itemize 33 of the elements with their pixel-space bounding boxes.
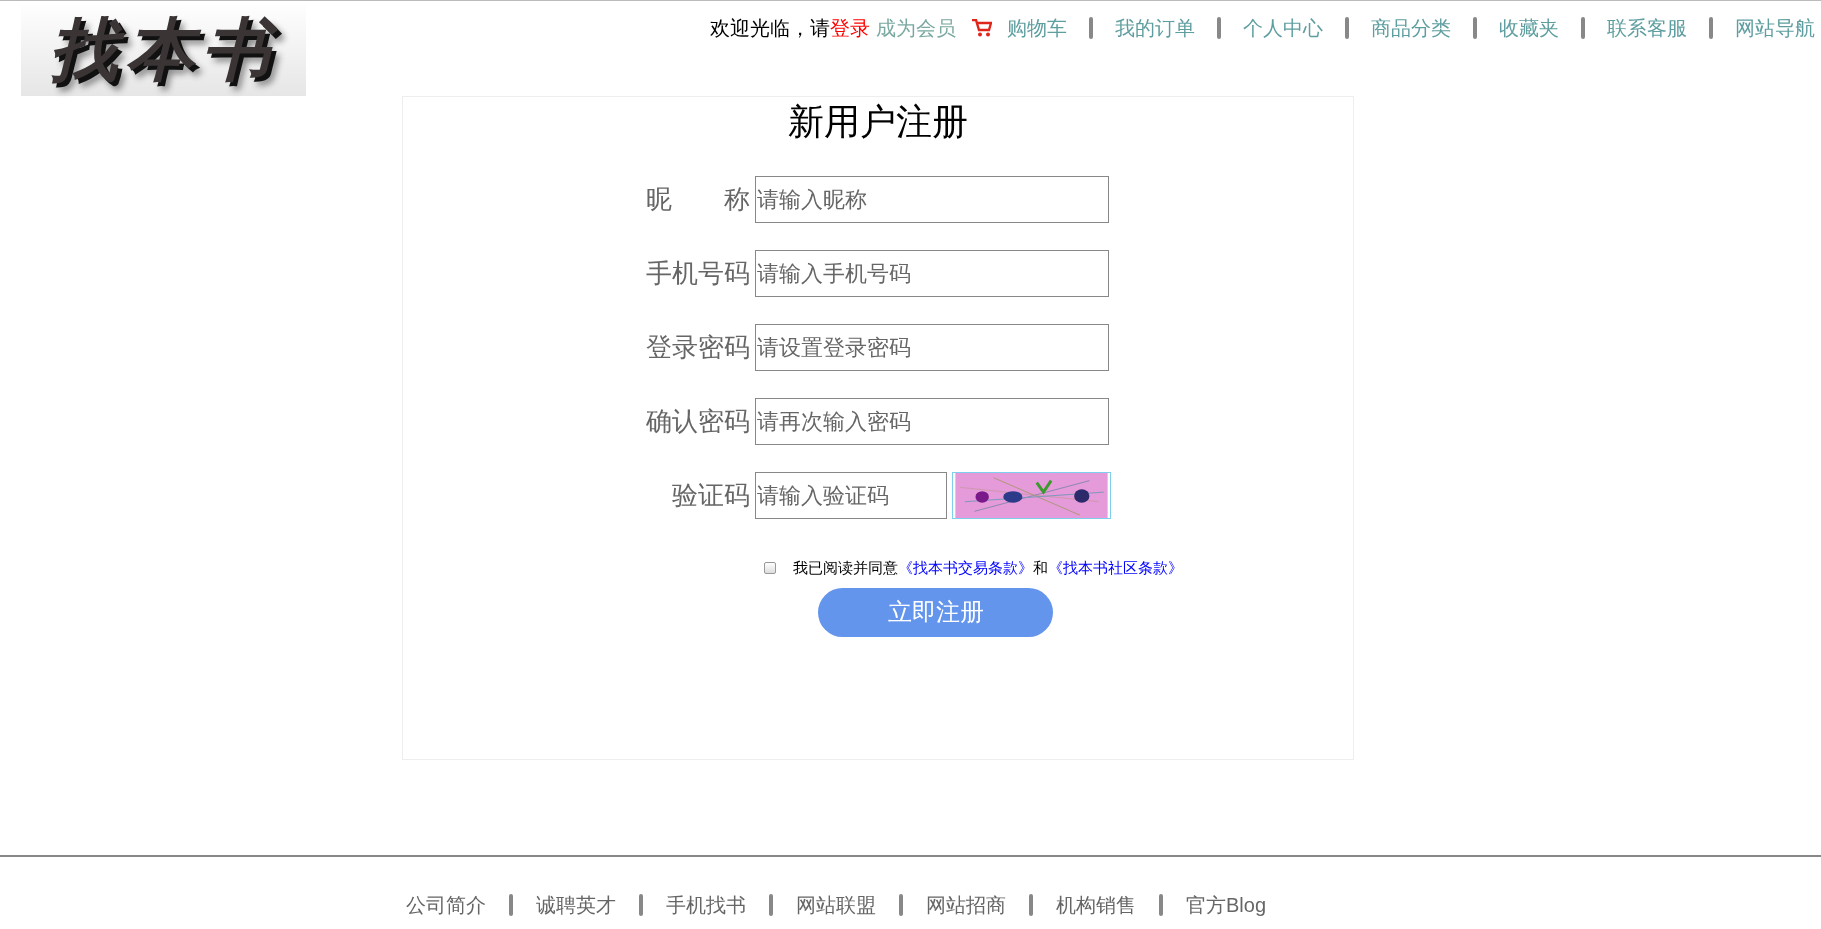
footer-link[interactable]: 诚聘英才 [536, 890, 616, 920]
input-field[interactable]: 请输入手机号码 [755, 250, 1109, 297]
footer-link[interactable]: 公司简介 [406, 890, 486, 920]
terms-link[interactable]: 《找本书社区条款》 [1048, 559, 1183, 576]
nav-link[interactable]: 我的订单 [1115, 13, 1195, 43]
terms-link[interactable]: 《找本书交易条款》 [898, 559, 1033, 576]
cart-link[interactable]: 购物车 [1007, 13, 1067, 43]
nav-link[interactable]: 网站导航 [1735, 13, 1815, 43]
input-field[interactable]: 请再次输入密码 [755, 398, 1109, 445]
input-field[interactable]: 请设置登录密码 [755, 324, 1109, 371]
footer-link[interactable]: 官方Blog [1186, 890, 1267, 920]
nav-link[interactable]: 个人中心 [1243, 13, 1323, 43]
agreement-checkbox[interactable] [764, 562, 776, 575]
nav-link[interactable]: 收藏夹 [1499, 13, 1559, 43]
field-label: 确认密码 [645, 405, 751, 438]
input-field[interactable]: 请输入昵称 [755, 176, 1109, 223]
field-label: 验证码 [671, 479, 751, 512]
field-label: 登录密码 [645, 331, 751, 364]
input-field[interactable]: 请输入验证码 [755, 472, 947, 519]
footer-link[interactable]: 机构销售 [1056, 890, 1136, 920]
footer-link[interactable]: 手机找书 [666, 890, 746, 920]
footer-link[interactable]: 网站联盟 [796, 890, 876, 920]
footer-link[interactable]: 网站招商 [926, 890, 1006, 920]
login-link[interactable]: 登录 [830, 13, 870, 43]
cart-icon[interactable] [972, 19, 992, 37]
register-button[interactable]: 立即注册 [818, 587, 1053, 637]
form-title: 新用户注册 [788, 100, 968, 144]
nav-link[interactable]: 联系客服 [1607, 13, 1687, 43]
agreement-text: 我已阅读并同意《找本书交易条款》和《找本书社区条款》 [793, 558, 1183, 578]
welcome-text: 欢迎光临，请 [710, 16, 830, 41]
field-label: 手机号码 [645, 257, 751, 290]
nav-link[interactable]: 商品分类 [1371, 13, 1451, 43]
field-label: 昵 称 [645, 183, 751, 216]
